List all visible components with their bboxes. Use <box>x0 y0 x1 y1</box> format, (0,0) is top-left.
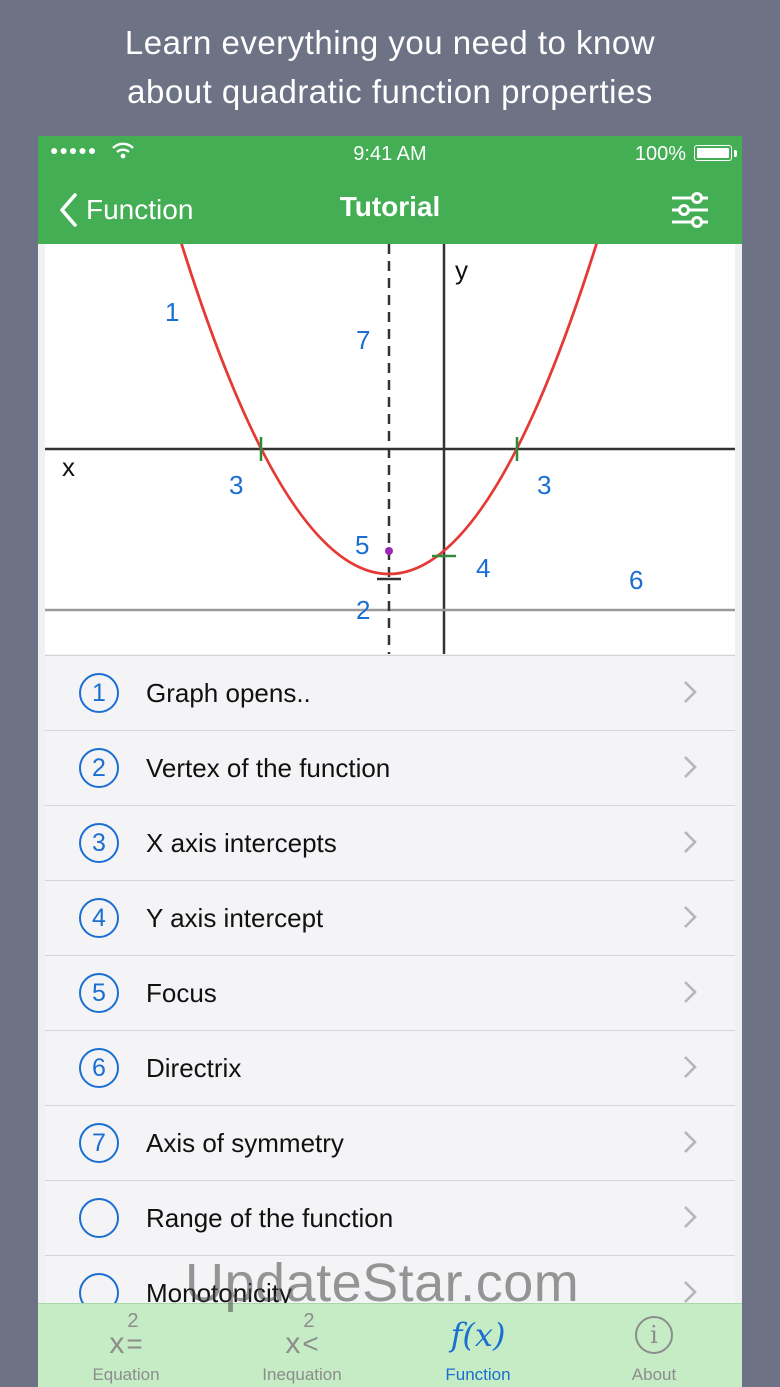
info-icon: i <box>566 1310 742 1356</box>
list-item-label: Vertex of the function <box>146 753 391 783</box>
function-icon: f(x) <box>450 1316 506 1354</box>
chevron-right-icon <box>684 1056 697 1078</box>
number-badge: 6 <box>79 1048 119 1088</box>
tab-equation[interactable]: x 2 = Equation <box>38 1304 214 1387</box>
chevron-right-icon <box>684 1206 697 1228</box>
marker-x-intercept-left: 3 <box>229 470 243 500</box>
battery-tip <box>734 150 737 157</box>
marker-axis-of-symmetry: 7 <box>356 325 370 355</box>
tab-inequation-label: Inequation <box>262 1365 342 1384</box>
list-item-range[interactable]: Range of the function <box>45 1180 735 1255</box>
marker-opens: 1 <box>165 297 179 327</box>
list-item-y-intercept[interactable]: 4 Y axis intercept <box>45 880 735 955</box>
number-badge: 5 <box>79 973 119 1013</box>
list-item-label: X axis intercepts <box>146 828 337 858</box>
list-item-label: Y axis intercept <box>146 903 324 933</box>
navigation-bar: ●●●●● 9:41 AM 100% Function Tutorial <box>38 136 742 244</box>
promo-line-2: about quadratic function properties <box>127 73 653 110</box>
chevron-right-icon <box>684 981 697 1003</box>
tab-inequation[interactable]: x 2 < Inequation <box>214 1304 390 1387</box>
battery-icon <box>694 145 732 161</box>
settings-sliders-icon[interactable] <box>670 190 710 230</box>
tab-bar: x 2 = Equation x 2 < Inequation f(x) Functio… <box>38 1303 742 1387</box>
marker-directrix: 6 <box>629 565 643 595</box>
tab-about[interactable]: i About <box>566 1304 742 1387</box>
number-badge: 3 <box>79 823 119 863</box>
chevron-right-icon <box>684 906 697 928</box>
list-item-x-intercepts[interactable]: 3 X axis intercepts <box>45 805 735 880</box>
tab-function[interactable]: f(x) Function <box>390 1304 566 1387</box>
equation-icon: x 2 = <box>109 1310 143 1360</box>
watermark: UpdateStar.com <box>185 1253 580 1313</box>
list-item-label: Range of the function <box>146 1203 394 1233</box>
marker-y-intercept: 4 <box>476 553 490 583</box>
parabola-graph: x y 1 7 3 3 5 4 6 2 <box>45 244 735 654</box>
list-item-graph-opens[interactable]: 1 Graph opens.. <box>45 655 735 730</box>
chevron-right-icon <box>684 1131 697 1153</box>
chevron-right-icon <box>684 681 697 703</box>
page-title: Tutorial <box>339 191 441 222</box>
marker-vertex: 2 <box>356 595 370 625</box>
chevron-right-icon <box>684 1281 697 1303</box>
graph-canvas: x y 1 7 3 3 5 4 6 2 <box>45 244 735 654</box>
list-item-axis-of-symmetry[interactable]: 7 Axis of symmetry <box>45 1105 735 1180</box>
list-item-focus[interactable]: 5 Focus <box>45 955 735 1030</box>
promo-line-1: Learn everything you need to know <box>124 24 656 61</box>
number-badge: 2 <box>79 748 119 788</box>
tab-about-label: About <box>631 1365 677 1384</box>
status-bar: ●●●●● 9:41 AM 100% <box>38 136 742 172</box>
promo-headline: Learn everything you need to know about … <box>0 18 780 116</box>
marker-x-intercept-right: 3 <box>537 470 551 500</box>
list-item-label: Directrix <box>146 1053 242 1083</box>
tab-function-label: Function <box>445 1365 511 1384</box>
list-item-label: Focus <box>146 978 217 1008</box>
number-badge: 1 <box>79 673 119 713</box>
list-item-label: Axis of symmetry <box>146 1128 344 1158</box>
list-item-vertex[interactable]: 2 Vertex of the function <box>45 730 735 805</box>
list-item-label: Graph opens.. <box>146 678 311 708</box>
inequation-icon: x 2 < <box>285 1310 319 1360</box>
list-item-directrix[interactable]: 6 Directrix <box>45 1030 735 1105</box>
property-list: 1 Graph opens.. 2 Vertex of the function… <box>45 655 735 1330</box>
battery-percentage: 100% <box>634 143 686 165</box>
number-badge: 4 <box>79 898 119 938</box>
x-axis-label: x <box>62 452 75 482</box>
phone-screen: ●●●●● 9:41 AM 100% Function Tutorial x y… <box>38 136 742 1387</box>
number-badge <box>79 1198 119 1238</box>
number-badge: 7 <box>79 1123 119 1163</box>
focus-point <box>385 547 393 555</box>
chevron-right-icon <box>684 756 697 778</box>
chevron-right-icon <box>684 831 697 853</box>
y-axis-label: y <box>455 255 468 285</box>
tab-equation-label: Equation <box>92 1365 160 1384</box>
marker-focus: 5 <box>355 530 369 560</box>
